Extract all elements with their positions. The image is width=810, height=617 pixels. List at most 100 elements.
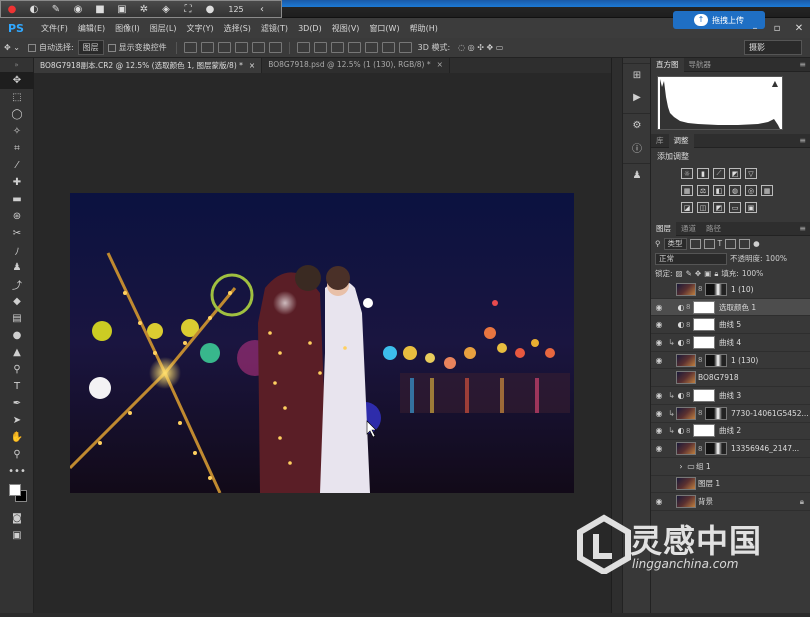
layer-name[interactable]: 曲线 3	[719, 390, 741, 401]
black-white-icon[interactable]: ◧	[713, 185, 725, 196]
filter-smart-icon[interactable]	[739, 238, 751, 249]
panel-grip-icon[interactable]: »	[0, 58, 33, 72]
mask-link-icon[interactable]: 8	[698, 445, 705, 453]
layer-mask-thumbnail[interactable]	[693, 335, 715, 349]
layer-mask-thumbnail[interactable]	[705, 282, 727, 296]
visibility-eye-icon[interactable]: ◉	[651, 303, 667, 312]
layer-name[interactable]: 1 (10)	[731, 285, 754, 294]
menu-window[interactable]: 窗口(W)	[364, 23, 404, 34]
tab-paths[interactable]: 路径	[701, 222, 726, 236]
filter-type-icon[interactable]: T	[718, 239, 723, 248]
layer-row[interactable]: ◉ BO8G7918	[651, 369, 810, 388]
distribute-hcenter-icon[interactable]	[364, 42, 378, 53]
hand-tool-icon[interactable]: ✋	[0, 429, 34, 446]
layer-name[interactable]: 曲线 5	[719, 319, 741, 330]
content-aware-tool-icon[interactable]: ⊛	[0, 208, 34, 225]
layer-thumbnail[interactable]	[676, 371, 696, 385]
gradient-map-icon[interactable]: ▭	[729, 202, 741, 213]
tab-document-1[interactable]: BO8G7918副本.CR2 @ 12.5% (选取颜色 1, 图层蒙版/8) …	[34, 58, 263, 73]
visibility-eye-icon[interactable]: ◉	[651, 338, 667, 347]
record-icon[interactable]: ●	[1, 1, 23, 17]
layer-mask-thumbnail[interactable]	[693, 300, 715, 314]
tab-adjustments[interactable]: 调整	[668, 133, 694, 148]
brightness-icon[interactable]: ☼	[681, 168, 693, 179]
layer-name[interactable]: 曲线 2	[719, 425, 741, 436]
visibility-eye-icon[interactable]: ◉	[651, 479, 667, 488]
tab-navigator[interactable]: 导航器	[684, 58, 717, 72]
layer-name[interactable]: BO8G7918	[698, 373, 739, 382]
layer-name[interactable]: 1 (130)	[731, 356, 758, 365]
layer-thumbnail[interactable]	[676, 406, 696, 420]
sharpen-tool-icon[interactable]: ▲	[0, 344, 34, 361]
lock-artboard-icon[interactable]: ▣	[704, 269, 711, 278]
filter-shape-icon[interactable]	[725, 238, 737, 249]
vibrance-icon[interactable]: ▽	[745, 168, 757, 179]
clone-stamp-tool-icon[interactable]: ♟	[0, 259, 34, 276]
more-tools-icon[interactable]: •••	[0, 463, 34, 480]
foreground-color-swatch[interactable]	[9, 484, 21, 496]
warning-icon[interactable]: ▲	[772, 79, 778, 88]
tab-libraries[interactable]: 库	[651, 134, 669, 148]
minimize-icon[interactable]: –	[744, 23, 766, 34]
video-icon[interactable]: ■	[89, 1, 111, 17]
layer-name[interactable]: 13356946_2147...	[731, 444, 799, 453]
layer-thumbnail[interactable]	[676, 282, 696, 296]
hue-saturation-icon[interactable]: ▦	[681, 185, 693, 196]
threshold-icon[interactable]: ◩	[713, 202, 725, 213]
layer-mask-thumbnail[interactable]	[693, 318, 715, 332]
lock-paint-icon[interactable]: ✎	[686, 269, 692, 278]
panel-menu-icon[interactable]: ≡	[799, 136, 810, 145]
visibility-eye-icon[interactable]: ◉	[651, 373, 667, 382]
layer-row[interactable]: ◉ 8 13356946_2147...	[651, 440, 810, 458]
visibility-eye-icon[interactable]: ◉	[651, 444, 667, 453]
visibility-eye-icon[interactable]: ◉	[651, 320, 667, 329]
mask-link-icon[interactable]: 8	[698, 409, 705, 417]
align-hcenter-icon[interactable]	[251, 42, 265, 53]
layer-mask-thumbnail[interactable]	[705, 406, 727, 420]
layer-row[interactable]: ◉ ◐ 8 选取颜色 1	[651, 298, 810, 317]
align-right-icon[interactable]	[268, 42, 282, 53]
layer-row[interactable]: ◉ 8 1 (10)	[651, 281, 810, 299]
levels-icon[interactable]: ▮	[697, 168, 709, 179]
layer-name[interactable]: 背景	[698, 496, 713, 507]
fill-value[interactable]: 100%	[742, 269, 763, 278]
pen-icon[interactable]: ✎	[45, 1, 67, 17]
camera-icon[interactable]: ◉	[67, 1, 89, 17]
menu-view[interactable]: 视图(V)	[327, 23, 365, 34]
close-tab-icon[interactable]: ×	[437, 60, 443, 69]
mask-link-icon[interactable]: 8	[686, 303, 693, 311]
menu-type[interactable]: 文字(Y)	[181, 23, 218, 34]
properties-panel-icon[interactable]: ⚙	[623, 114, 651, 136]
info-panel-icon[interactable]: ⓘ	[623, 136, 651, 158]
channel-mixer-icon[interactable]: ◎	[745, 185, 757, 196]
curves-icon[interactable]: ⟋	[713, 168, 725, 179]
layer-row[interactable]: ◉ ◐ 8 曲线 5	[651, 316, 810, 335]
screen-mode-icon[interactable]: ▣	[0, 527, 34, 544]
mask-link-icon[interactable]: 8	[686, 391, 693, 399]
filter-adjustment-icon[interactable]	[703, 238, 715, 249]
distribute-left-icon[interactable]	[347, 42, 361, 53]
close-icon[interactable]: ✕	[788, 23, 810, 34]
cube-icon[interactable]: ◈	[155, 1, 177, 17]
layer-thumbnail[interactable]	[676, 477, 696, 491]
auto-select-checkbox[interactable]: 自动选择:	[24, 42, 78, 53]
move-tool-preset-icon[interactable]: ✥ ⌄	[0, 43, 24, 52]
menu-help[interactable]: 帮助(H)	[405, 23, 443, 34]
tab-channels[interactable]: 通道	[676, 222, 701, 236]
distribute-vcenter-icon[interactable]	[313, 42, 327, 53]
eraser-tool-icon[interactable]: ◆	[0, 293, 34, 310]
layer-name[interactable]: 图层 1	[698, 478, 720, 489]
group-expand-icon[interactable]: ›	[676, 462, 686, 471]
3d-orbit-icons[interactable]: ◌ ◎ ✣ ✥ ▭	[454, 43, 507, 52]
opacity-value[interactable]: 100%	[766, 254, 787, 263]
posterize-icon[interactable]: ◫	[697, 202, 709, 213]
settings-icon[interactable]: ✲	[133, 1, 155, 17]
align-bottom-icon[interactable]	[217, 42, 231, 53]
lock-pixels-icon[interactable]: ▨	[676, 269, 683, 278]
gradient-tool-icon[interactable]: ▤	[0, 310, 34, 327]
blend-mode-dropdown[interactable]: 正常	[655, 252, 727, 265]
close-tab-icon[interactable]: ×	[249, 61, 255, 70]
layer-thumbnail[interactable]	[676, 495, 696, 509]
healing-brush-tool-icon[interactable]: ✚	[0, 174, 34, 191]
user-icon[interactable]: ●	[199, 1, 221, 17]
